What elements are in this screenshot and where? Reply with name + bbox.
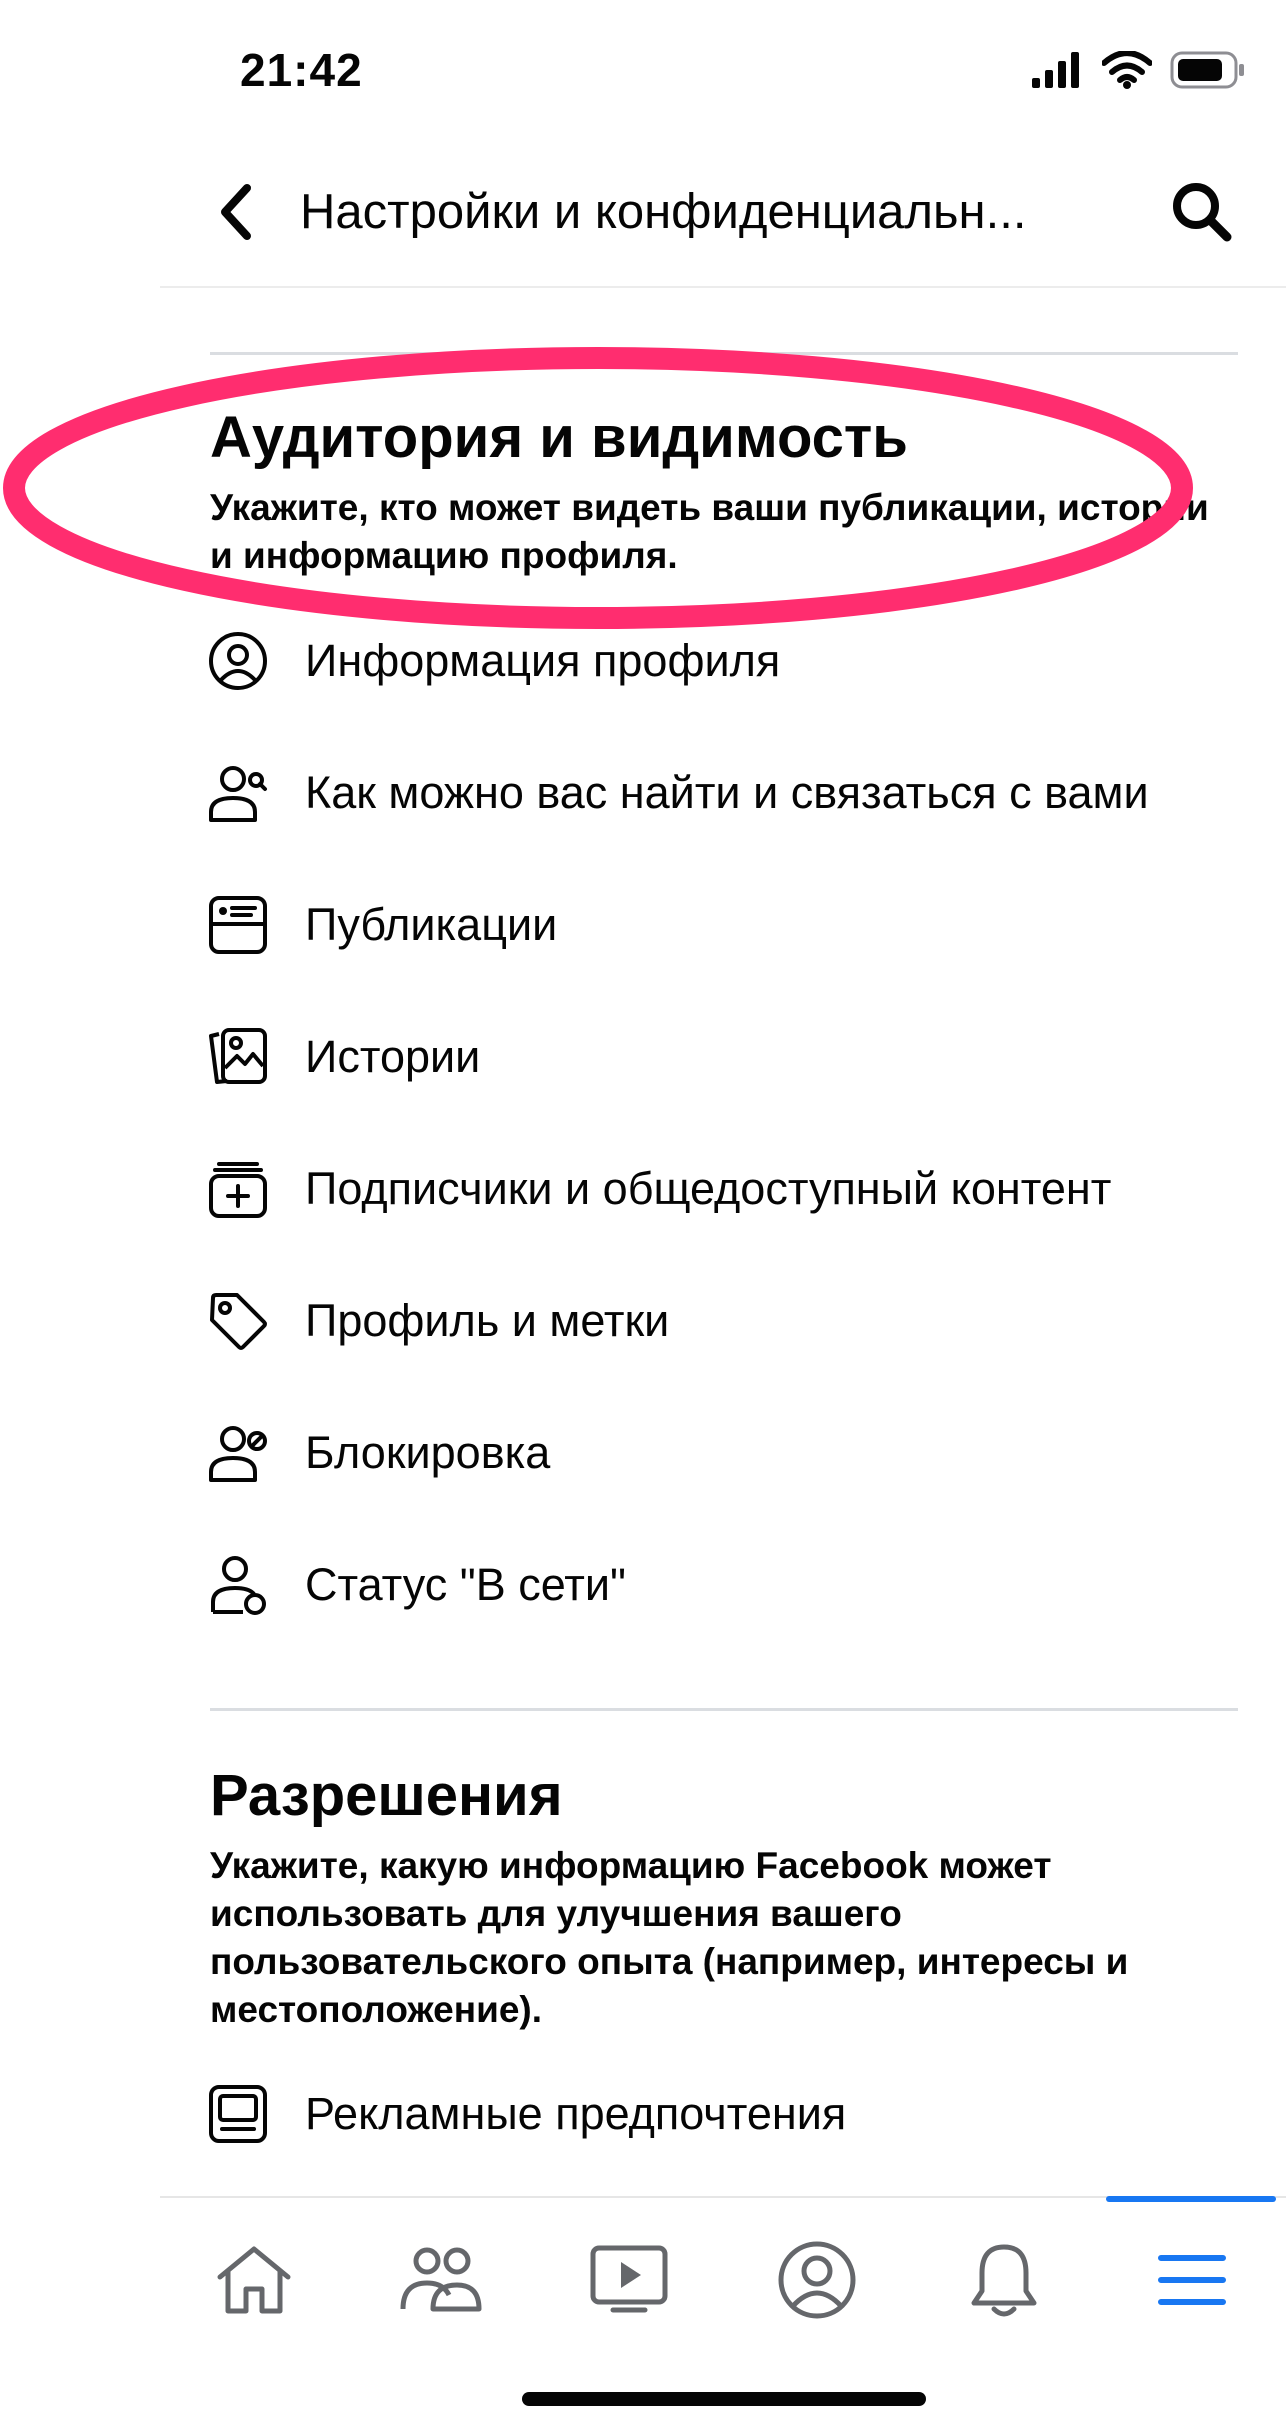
status-icons — [1032, 48, 1246, 92]
header-divider — [160, 286, 1286, 288]
profile-icon — [778, 2241, 856, 2319]
wifi-icon — [1102, 51, 1152, 89]
menu-item-online-status[interactable]: Статус "В сети" — [205, 1519, 1275, 1651]
watch-icon — [590, 2245, 668, 2313]
home-icon — [217, 2246, 291, 2314]
menu-item-followers[interactable]: Подписчики и общедоступный контент — [205, 1123, 1275, 1255]
menu-item-label: Истории — [305, 1031, 481, 1082]
cellular-signal-icon — [1032, 52, 1079, 88]
nav-friends[interactable] — [381, 2230, 501, 2330]
nav-active-indicator — [1106, 2196, 1276, 2202]
menu-item-blocking[interactable]: Блокировка — [205, 1387, 1275, 1519]
nav-menu[interactable] — [1132, 2230, 1252, 2330]
menu-item-label: Публикации — [305, 899, 558, 950]
nav-watch[interactable] — [569, 2230, 689, 2330]
menu-icon — [1158, 2255, 1227, 2305]
menu-item-profile-info[interactable]: Информация профиля — [205, 595, 1275, 727]
search-button[interactable] — [1160, 170, 1244, 254]
section-divider — [210, 1708, 1238, 1711]
profile-info-icon — [205, 628, 271, 694]
audience-menu: Информация профиля Как можно вас найти и… — [205, 595, 1275, 1651]
menu-item-label: Статус "В сети" — [305, 1559, 626, 1610]
menu-item-posts[interactable]: Публикации — [205, 859, 1275, 991]
menu-item-label: Как можно вас найти и связаться с вами — [305, 767, 1149, 818]
menu-item-label: Подписчики и общедоступный контент — [305, 1163, 1112, 1214]
blocking-icon — [205, 1420, 271, 1486]
permissions-menu: Рекламные предпочтения — [205, 2048, 1275, 2180]
back-button[interactable] — [200, 172, 270, 252]
menu-item-label: Профиль и метки — [305, 1295, 670, 1346]
followers-icon — [205, 1156, 271, 1222]
notifications-icon — [971, 2244, 1037, 2317]
friends-icon — [400, 2247, 482, 2312]
find-contact-icon — [205, 760, 271, 826]
nav-profile[interactable] — [757, 2230, 877, 2330]
nav-notifications[interactable] — [944, 2230, 1064, 2330]
menu-item-find-contact[interactable]: Как можно вас найти и связаться с вами — [205, 727, 1275, 859]
menu-item-label: Блокировка — [305, 1427, 551, 1478]
section-title-permissions: Разрешения — [210, 1763, 563, 1828]
chevron-left-icon — [221, 184, 251, 240]
battery-icon — [1170, 51, 1244, 89]
menu-item-label: Информация профиля — [305, 635, 781, 686]
stories-icon — [205, 1024, 271, 1090]
bottom-nav — [160, 2220, 1286, 2340]
home-indicator — [522, 2392, 926, 2406]
search-icon — [1173, 183, 1232, 242]
page-title: Настройки и конфиденциальн... — [300, 185, 1027, 239]
highlight-ellipse — [3, 347, 1193, 629]
menu-item-stories[interactable]: Истории — [205, 991, 1275, 1123]
menu-item-profile-tags[interactable]: Профиль и метки — [205, 1255, 1275, 1387]
online-status-icon — [205, 1552, 271, 1618]
menu-item-label: Рекламные предпочтения — [305, 2088, 847, 2139]
posts-icon — [205, 892, 271, 958]
section-description-permissions: Укажите, какую информацию Facebook может… — [210, 1845, 1129, 2030]
menu-item-ad-preferences[interactable]: Рекламные предпочтения — [205, 2048, 1275, 2180]
tag-icon — [205, 1288, 271, 1354]
status-time: 21:42 — [240, 44, 363, 96]
ad-preferences-icon — [205, 2081, 271, 2147]
nav-home[interactable] — [194, 2230, 314, 2330]
